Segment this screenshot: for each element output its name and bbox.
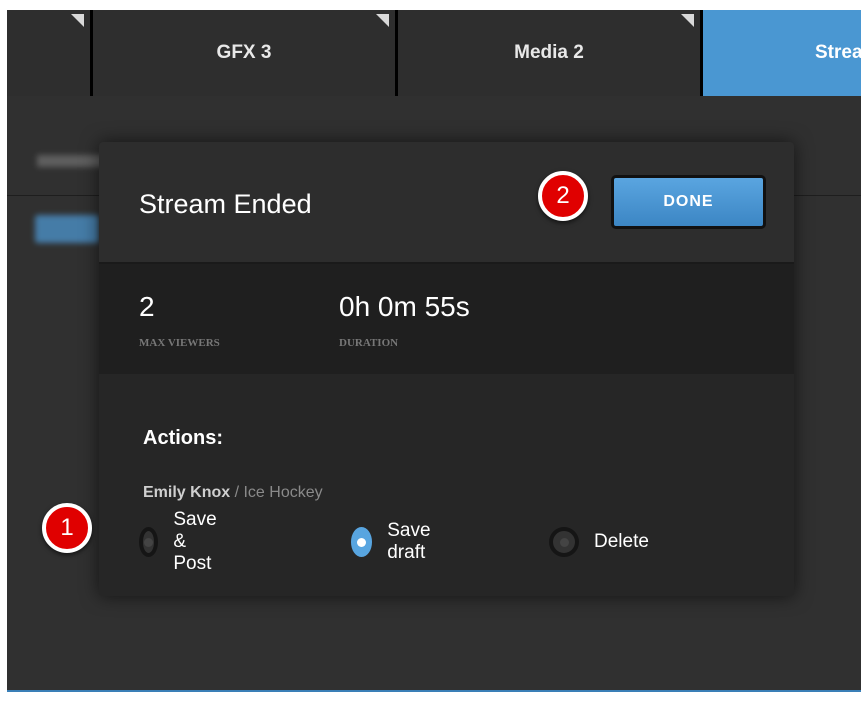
tab-label: GFX 3 [216,42,272,63]
tab-media-2[interactable]: Media 2 [398,10,700,96]
max-viewers-label: MAX VIEWERS [139,337,220,349]
stream-title: Ice Hockey [243,484,323,501]
stream-owner: Emily Knox [143,484,231,501]
radio-label: Save & Post [173,509,217,574]
radio-checked-icon[interactable] [351,527,373,557]
tab-gfx-3[interactable]: GFX 3 [93,10,395,96]
done-button[interactable]: DONE [611,175,766,229]
tab-corner-icon [376,14,389,27]
actions-heading: Actions: [143,427,223,449]
dialog-title: Stream Ended [139,189,312,219]
radio-circle-icon[interactable] [139,527,159,557]
stream-separator: / [230,484,244,501]
tab-label: Media 2 [514,42,584,63]
duration-label: DURATION [339,337,399,349]
step-marker-2: 2 [538,171,588,221]
tab-bar: GFX 3 Media 2 Strea [7,10,861,96]
delete-radio[interactable]: Delete [549,525,649,559]
save-and-post-radio[interactable]: Save & Post [139,509,227,574]
save-draft-radio[interactable]: Save draft [351,520,439,563]
tab-corner-icon [71,14,84,27]
duration-value: 0h 0m 55s [339,291,470,322]
max-viewers-value: 2 [139,291,155,322]
tab-corner-icon [681,14,694,27]
dialog-header: Stream Ended DONE [99,142,794,264]
radio-circle-icon[interactable] [549,527,579,557]
stream-ended-dialog: Stream Ended DONE 2 MAX VIEWERS 0h 0m 55… [99,142,794,596]
tab-previous[interactable] [7,10,90,96]
radio-label: Delete [594,531,649,552]
stream-info: Emily Knox / Ice Hockey [143,484,323,502]
radio-label: Save draft [387,520,431,563]
step-marker-1: 1 [42,503,92,553]
stream-stats: 2 MAX VIEWERS 0h 0m 55s DURATION [99,264,794,374]
tab-label: Strea [815,42,861,63]
background-blurred-button [35,215,99,243]
background-blurred-text [37,155,107,167]
bottom-accent-bar [7,690,861,692]
app-window: GFX 3 Media 2 Strea Stream Ended DONE 2 … [7,10,861,692]
tab-stream[interactable]: Strea [703,10,861,96]
